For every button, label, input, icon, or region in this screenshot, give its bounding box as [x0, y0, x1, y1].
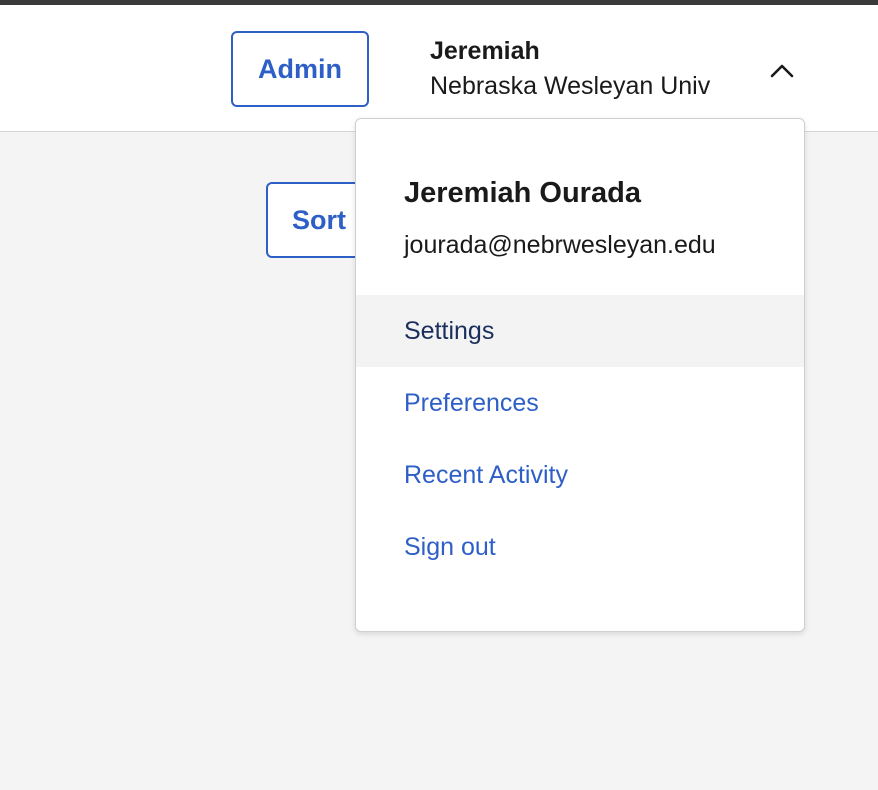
- menu-item-recent-activity[interactable]: Recent Activity: [356, 439, 804, 511]
- user-first-name: Jeremiah: [430, 37, 540, 65]
- user-menu-toggle[interactable]: Jeremiah Nebraska Wesleyan Univ: [418, 31, 818, 111]
- app-header: Admin Jeremiah Nebraska Wesleyan Univ: [0, 5, 878, 132]
- user-email: jourada@nebrwesleyan.edu: [404, 231, 716, 259]
- user-full-name: Jeremiah Ourada: [404, 177, 641, 209]
- user-organization: Nebraska Wesleyan Univ: [430, 72, 711, 100]
- menu-item-preferences[interactable]: Preferences: [356, 367, 804, 439]
- menu-item-settings[interactable]: Settings: [356, 295, 804, 367]
- user-menu-dropdown: Jeremiah Ourada jourada@nebrwesleyan.edu…: [355, 118, 805, 632]
- chevron-up-icon[interactable]: [768, 61, 796, 81]
- menu-item-sign-out[interactable]: Sign out: [356, 511, 804, 583]
- admin-button[interactable]: Admin: [231, 31, 369, 107]
